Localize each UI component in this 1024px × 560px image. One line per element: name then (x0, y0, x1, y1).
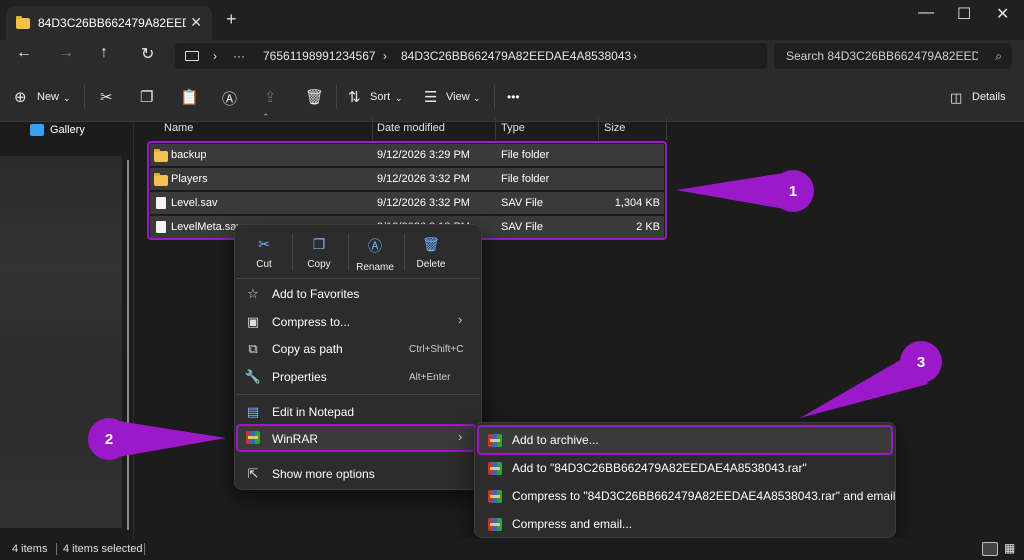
callout-arrows (112, 172, 928, 458)
callout-badge-1: 1 (772, 170, 814, 212)
tiles-view-icon[interactable]: ▦ (1004, 541, 1015, 555)
divider (144, 543, 145, 555)
details-view-icon[interactable] (982, 542, 998, 556)
callout-badge-2: 2 (88, 418, 130, 460)
status-bar: 4 items 4 items selected ▦ (0, 538, 1024, 560)
item-count: 4 items (12, 543, 48, 555)
divider (56, 543, 57, 555)
selected-count: 4 items selected (63, 543, 143, 555)
callout-badge-3: 3 (900, 341, 942, 383)
